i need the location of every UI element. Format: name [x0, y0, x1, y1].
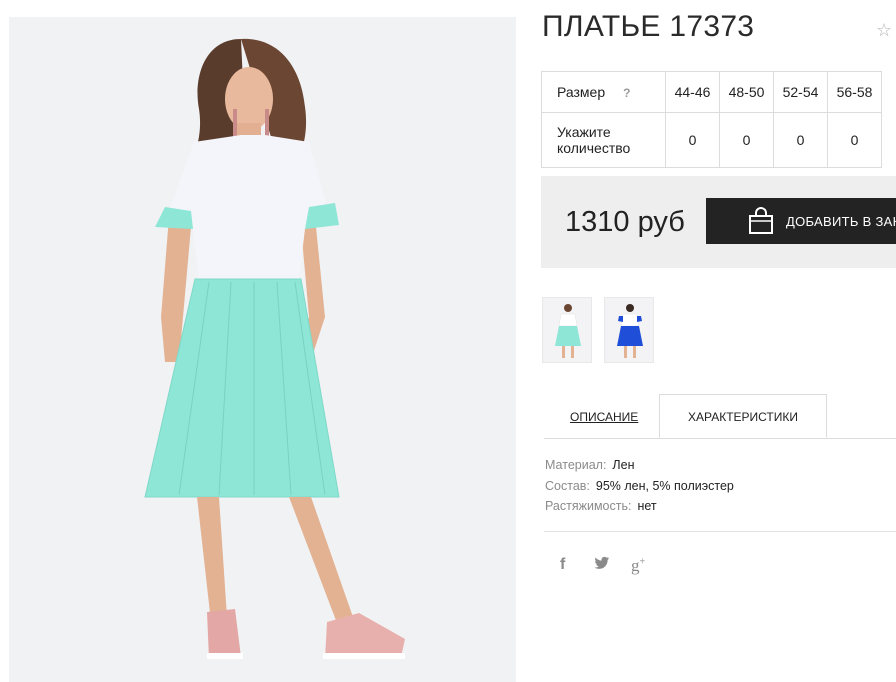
- attribute-value: Лен: [612, 458, 635, 472]
- size-label-cell: Размер?: [541, 71, 666, 113]
- size-option: 52-54: [773, 71, 828, 113]
- size-option: 44-46: [665, 71, 720, 113]
- google-plus-icon[interactable]: g+: [631, 556, 645, 576]
- divider: [544, 531, 896, 532]
- attribute-value: 95% лен, 5% полиэстер: [595, 478, 734, 493]
- product-main-image[interactable]: [9, 17, 516, 682]
- attribute-value: нет: [637, 499, 657, 513]
- size-label: Размер: [557, 83, 606, 100]
- product-title: ПЛАТЬЕ 17373: [542, 10, 755, 43]
- attribute-key: Растяжимость:: [545, 499, 632, 513]
- quantity-input[interactable]: 0: [719, 112, 774, 168]
- star-icon[interactable]: ☆: [876, 20, 892, 41]
- facebook-icon[interactable]: f: [560, 556, 565, 574]
- thumbnail-blue[interactable]: [604, 297, 654, 363]
- quantity-input[interactable]: 0: [773, 112, 828, 168]
- dress-model-illustration: [9, 17, 516, 682]
- add-to-cart-label: ДОБАВИТЬ В ЗАКАЗ: [786, 214, 896, 229]
- add-to-cart-button[interactable]: ДОБАВИТЬ В ЗАКАЗ: [706, 198, 896, 244]
- shopping-bag-icon: [748, 207, 774, 238]
- attribute-row: Состав: 95% лен, 5% полиэстер: [545, 479, 734, 500]
- characteristics-list: Материал: Лен Состав: 95% лен, 5% полиэсте…: [545, 458, 734, 520]
- help-icon[interactable]: ?: [623, 86, 630, 100]
- quantity-label: Укажите количество: [541, 112, 666, 168]
- tab-characteristics[interactable]: ХАРАКТЕРИСТИКИ: [659, 394, 827, 438]
- quantity-input[interactable]: 0: [665, 112, 720, 168]
- size-table: Размер? 44-46 48-50 52-54 56-58 Укажите …: [541, 71, 882, 168]
- product-price: 1310 руб: [565, 206, 685, 238]
- price-panel: 1310 руб ДОБАВИТЬ В ЗАКАЗ: [541, 176, 896, 268]
- attribute-key: Материал:: [545, 458, 607, 472]
- twitter-icon[interactable]: [594, 556, 610, 575]
- attribute-row: Растяжимость: нет: [545, 499, 734, 520]
- attribute-key: Состав:: [545, 478, 590, 493]
- size-option: 48-50: [719, 71, 774, 113]
- thumbnail-mint[interactable]: [542, 297, 592, 363]
- attribute-row: Материал: Лен: [545, 458, 734, 479]
- size-option: 56-58: [827, 71, 882, 113]
- quantity-input[interactable]: 0: [827, 112, 882, 168]
- tab-description[interactable]: ОПИСАНИЕ: [570, 410, 638, 424]
